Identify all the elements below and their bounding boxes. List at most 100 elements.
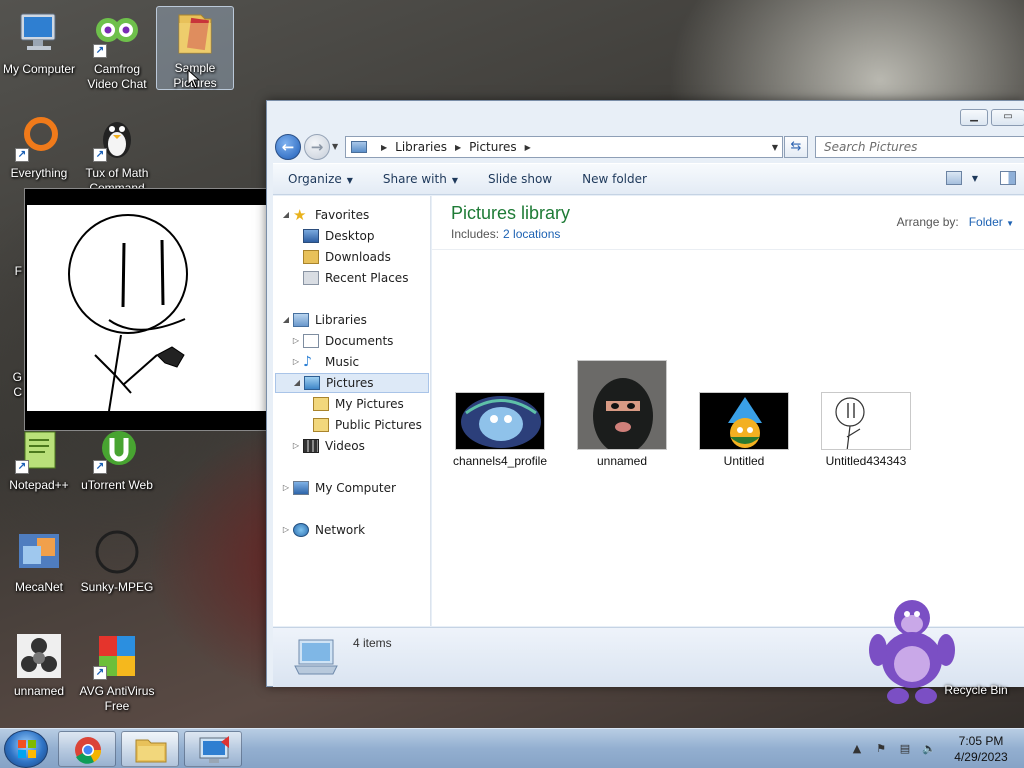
title-bar[interactable]: ▁ ▭ — [267, 101, 1024, 131]
expand-arrow-icon[interactable]: ◢ — [281, 310, 291, 330]
change-view-icon[interactable] — [945, 171, 962, 185]
breadcrumb-separator-icon[interactable]: ▶ — [455, 143, 461, 152]
expand-arrow-icon[interactable]: ▷ — [281, 478, 291, 498]
desktop-icon-unnamed[interactable]: unnamed — [0, 632, 78, 699]
minimize-button[interactable]: ▁ — [960, 109, 988, 126]
taskbar-chrome-button[interactable] — [58, 731, 116, 767]
nav-label: Network — [315, 523, 366, 537]
desktop-icon-utorrent-web[interactable]: ↗ uTorrent Web — [78, 426, 156, 493]
file-list-area[interactable]: Pictures library Includes: 2 locations Ar… — [432, 196, 1024, 626]
show-hidden-icons-button[interactable]: ▲ — [850, 742, 864, 756]
action-center-flag-icon[interactable]: ⚑ — [874, 742, 888, 756]
slide-show-button[interactable]: Slide show — [473, 172, 567, 186]
nav-item-desktop[interactable]: Desktop — [303, 226, 375, 246]
nav-label: My Computer — [315, 481, 396, 495]
star-icon: ★ — [293, 206, 307, 224]
preview-pane-icon[interactable] — [1000, 171, 1016, 185]
desktop-icon-notepad-plus-plus[interactable]: ↗ Notepad++ — [0, 426, 78, 493]
start-button[interactable] — [4, 730, 48, 768]
arrange-by-dropdown[interactable]: Folder ▼ — [969, 215, 1014, 229]
desktop-icon-everything[interactable]: ↗ Everything — [0, 114, 78, 181]
nav-item-downloads[interactable]: Downloads — [303, 247, 391, 267]
back-button[interactable]: ← — [275, 134, 301, 160]
address-dropdown-icon[interactable]: ▼ — [772, 143, 778, 152]
expand-arrow-icon[interactable]: ▷ — [281, 520, 291, 540]
maximize-button[interactable]: ▭ — [991, 109, 1024, 126]
paint-preview-window[interactable] — [24, 188, 267, 431]
nav-label: Desktop — [325, 229, 375, 243]
new-folder-button[interactable]: New folder — [567, 172, 662, 186]
desktop-icon-hidden-1[interactable]: F — [0, 264, 22, 279]
breadcrumb-separator-icon[interactable]: ▶ — [525, 143, 531, 152]
recycle-bin-label[interactable]: Recycle Bin — [936, 683, 1016, 697]
nav-item-music[interactable]: ▷ ♪ Music — [291, 352, 359, 372]
breadcrumb-separator-icon[interactable]: ▶ — [381, 143, 387, 152]
file-item[interactable]: Untitled434343 — [810, 392, 922, 468]
desktop-icon-tux-of-math[interactable]: ↗ Tux of Math Command — [78, 114, 156, 196]
avg-antivirus-icon: ↗ — [93, 632, 141, 680]
chevron-down-icon: ▼ — [346, 176, 353, 185]
library-includes: Includes: 2 locations — [451, 227, 560, 241]
desktop-icon-mecanet[interactable]: MecaNet — [0, 528, 78, 595]
recent-pages-dropdown[interactable]: ▼ — [332, 142, 338, 151]
libraries-crumb-icon — [351, 141, 367, 153]
network-status-icon[interactable]: ▤ — [898, 742, 912, 756]
nav-item-videos[interactable]: ▷ Videos — [291, 436, 365, 456]
desktop-icon-sample-pictures[interactable]: Sample Pictures — [156, 6, 234, 90]
nav-item-my-pictures[interactable]: My Pictures — [313, 394, 404, 414]
file-item[interactable]: unnamed — [566, 360, 678, 468]
desktop-icon-avg-antivirus[interactable]: ↗ AVG AntiVirus Free — [78, 632, 156, 714]
volume-muted-icon[interactable]: 🔈 — [922, 742, 936, 756]
file-item[interactable]: channels4_profile — [444, 392, 556, 468]
nav-item-my-computer[interactable]: ▷ My Computer — [281, 478, 396, 498]
search-input[interactable]: Search Pictures — [815, 136, 1024, 158]
recent-places-icon — [303, 271, 319, 285]
desktop-icon-label: Sunky-MPEG — [80, 580, 154, 594]
navigation-pane: ◢ ★ Favorites Desktop Downloads Recent P… — [273, 196, 431, 626]
shortcut-arrow-icon: ↗ — [15, 460, 29, 474]
desktop-icon-sunky-mpeg[interactable]: Sunky-MPEG — [78, 528, 156, 595]
breadcrumb-pictures[interactable]: Pictures — [469, 140, 517, 154]
expand-arrow-icon[interactable]: ◢ — [292, 373, 302, 393]
library-title: Pictures library — [451, 203, 571, 223]
expand-arrow-icon[interactable]: ▷ — [291, 352, 301, 372]
locations-link[interactable]: 2 locations — [503, 227, 560, 241]
nav-item-public-pictures[interactable]: Public Pictures — [313, 415, 422, 435]
share-with-button[interactable]: Share with ▼ — [368, 172, 473, 186]
desktop-icon — [303, 229, 319, 243]
address-bar[interactable]: ▶ Libraries ▶ Pictures ▶ ▼ — [345, 136, 783, 158]
taskbar-explorer-button[interactable] — [121, 731, 179, 767]
nav-item-pictures[interactable]: ◢ Pictures — [275, 373, 429, 393]
nav-item-libraries[interactable]: ◢ Libraries — [281, 310, 367, 330]
desktop-icon-my-computer[interactable]: My Computer — [0, 10, 78, 77]
nav-label: Public Pictures — [335, 418, 422, 432]
nav-item-network[interactable]: ▷ Network — [281, 520, 365, 540]
desktop-icon-hidden-2[interactable]: G C — [0, 370, 22, 400]
refresh-button[interactable]: ⇆ — [784, 136, 808, 158]
desktop-icon-label: AVG AntiVirus Free — [79, 684, 155, 713]
mouse-cursor-icon — [187, 69, 201, 89]
clock[interactable]: 7:05 PM 4/29/2023 — [946, 733, 1016, 765]
file-item[interactable]: Untitled — [688, 392, 800, 468]
remote-desktop-icon — [199, 736, 229, 763]
nav-item-recent-places[interactable]: Recent Places — [303, 268, 408, 288]
nav-label: Music — [325, 355, 360, 369]
shortcut-arrow-icon: ↗ — [93, 460, 107, 474]
nav-item-documents[interactable]: ▷ Documents — [291, 331, 393, 351]
organize-label: Organize — [288, 172, 342, 186]
computer-icon — [293, 481, 309, 495]
breadcrumb-libraries[interactable]: Libraries — [395, 140, 447, 154]
organize-button[interactable]: Organize ▼ — [273, 172, 368, 186]
expand-arrow-icon[interactable]: ▷ — [291, 331, 301, 351]
expand-arrow-icon[interactable]: ◢ — [281, 205, 291, 225]
tux-penguin-icon: ↗ — [93, 114, 141, 162]
view-options-dropdown[interactable]: ▼ — [972, 174, 978, 183]
desktop-icon-camfrog[interactable]: ↗ Camfrog Video Chat — [78, 10, 156, 92]
documents-icon — [303, 334, 319, 348]
expand-arrow-icon[interactable]: ▷ — [291, 436, 301, 456]
stick-figure-drawing — [68, 214, 188, 412]
forward-button[interactable]: → — [304, 134, 330, 160]
library-pictures-icon — [294, 639, 338, 675]
taskbar-remote-desktop-button[interactable] — [184, 731, 242, 767]
nav-item-favorites[interactable]: ◢ ★ Favorites — [281, 205, 369, 225]
